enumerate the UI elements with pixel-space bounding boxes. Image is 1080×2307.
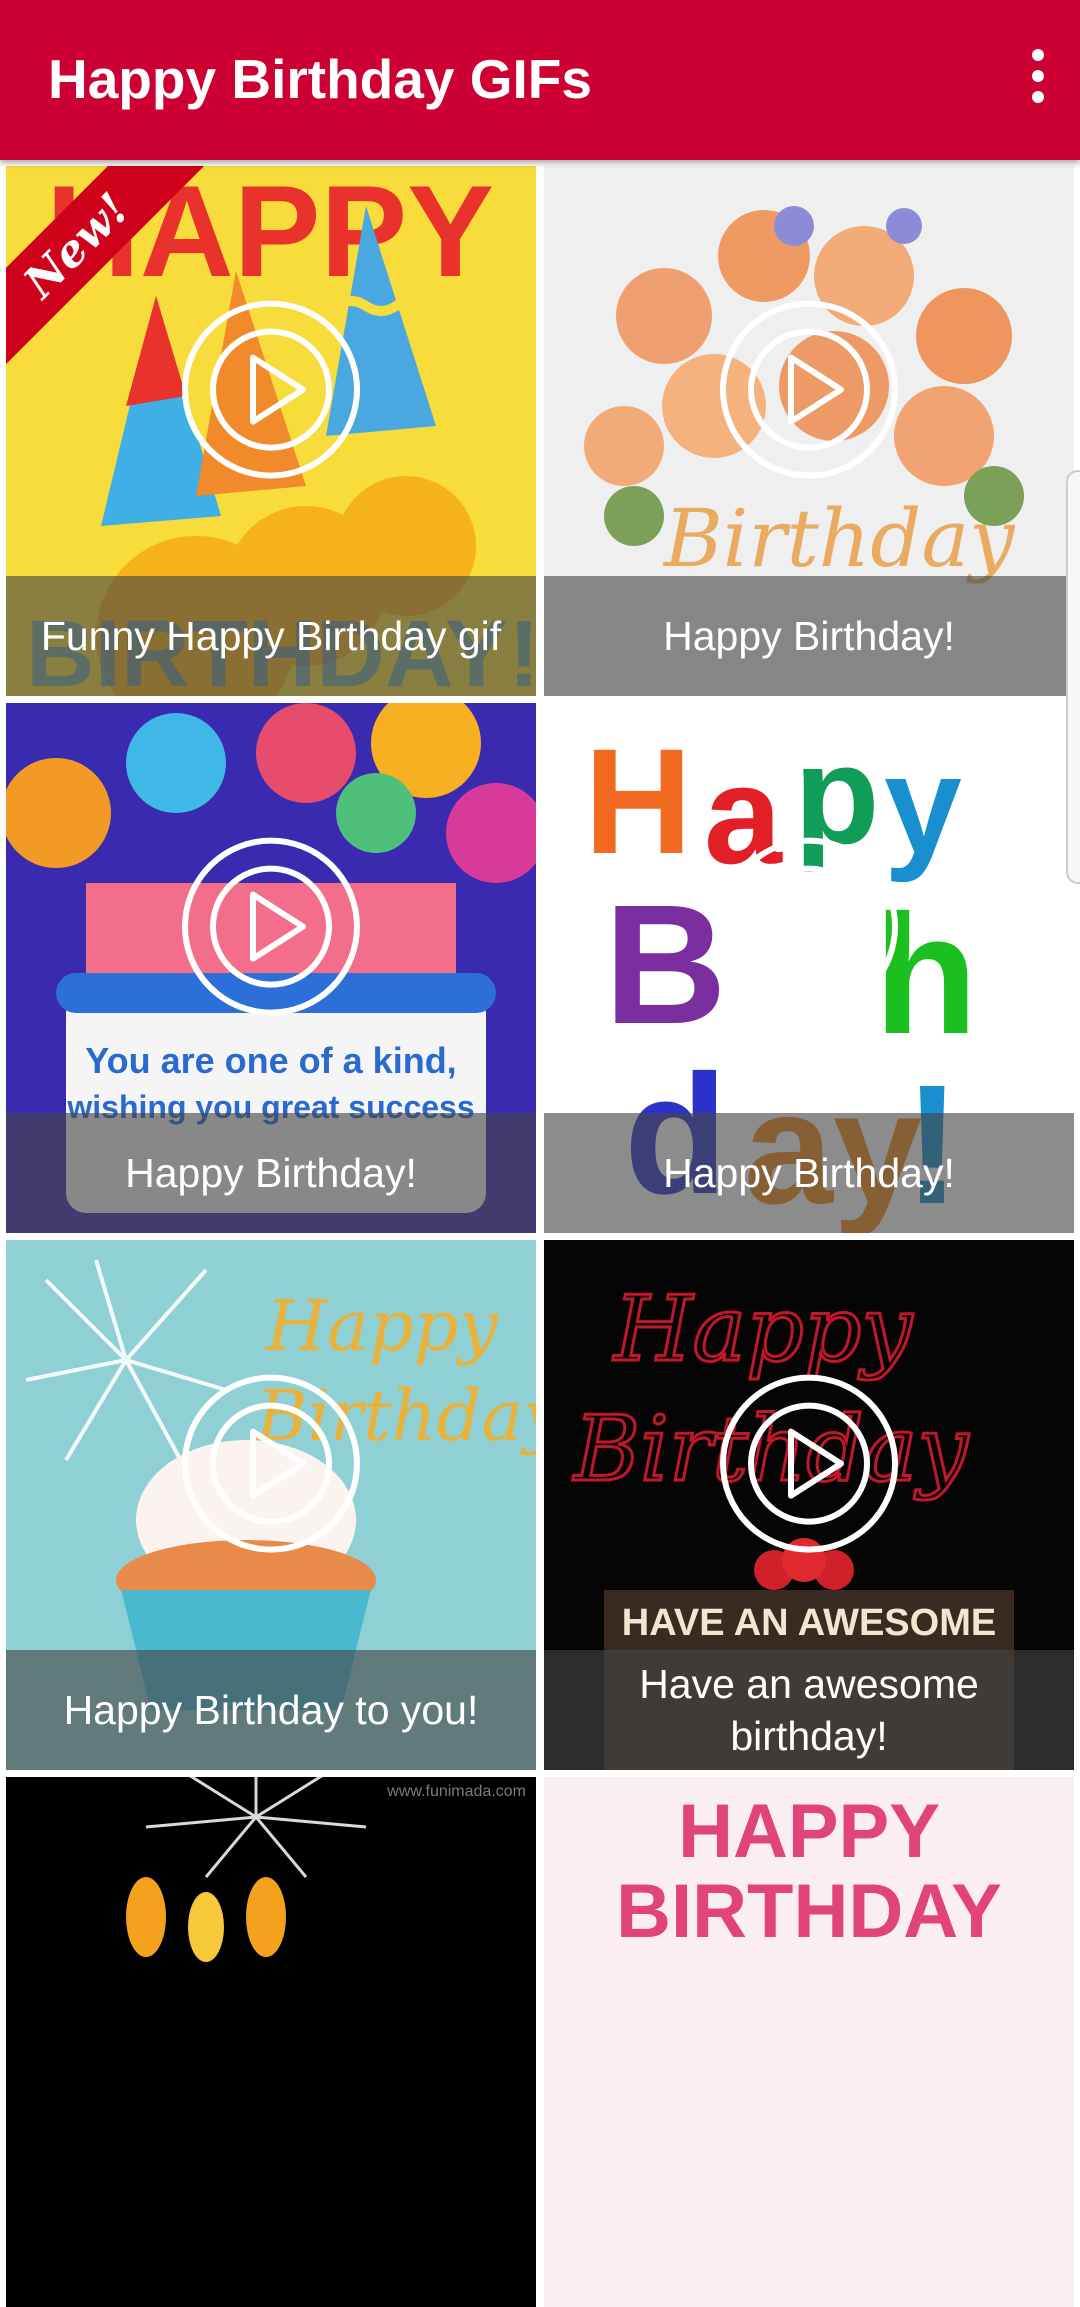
play-icon[interactable] <box>719 1374 899 1554</box>
gif-thumbnail <box>6 1777 536 2307</box>
scrollbar-thumb[interactable] <box>1066 470 1080 884</box>
play-icon[interactable] <box>181 1374 361 1554</box>
svg-text:Happy: Happy <box>264 1285 499 1367</box>
svg-text:H: H <box>584 717 692 885</box>
play-icon[interactable] <box>719 300 899 480</box>
gif-card[interactable]: Happy Birthday Happy Birthday to you! <box>6 1240 536 1770</box>
app-bar: Happy Birthday GIFs <box>0 0 1080 160</box>
gif-card[interactable]: HAPPY BIRTHDAY <box>544 1777 1074 2307</box>
gif-grid: HAPPY BIRTHDAY! New! Funny Happy Birthda… <box>0 160 1080 2307</box>
watermark: www.funimada.com <box>387 1783 526 1800</box>
gif-card[interactable]: HAPPY BIRTHDAY! New! Funny Happy Birthda… <box>6 166 536 696</box>
caption-bar: Happy Birthday! <box>544 576 1074 696</box>
play-icon[interactable] <box>181 300 361 480</box>
svg-text:B: B <box>604 870 727 1060</box>
caption-bar: Funny Happy Birthday gif <box>6 576 536 696</box>
caption-bar: Have an awesome birthday! <box>544 1650 1074 1770</box>
play-icon[interactable] <box>181 837 361 1017</box>
gif-card[interactable]: www.funimada.com <box>6 1777 536 2307</box>
svg-text:BIRTHDAY: BIRTHDAY <box>616 1869 1002 1954</box>
gif-caption: Happy Birthday! <box>663 613 955 659</box>
svg-text:Birthday: Birthday <box>662 492 1016 585</box>
new-badge: New! <box>6 166 206 366</box>
gif-caption: Happy Birthday to you! <box>63 1687 479 1733</box>
svg-text:You are one of a kind,: You are one of a kind, <box>85 1040 456 1081</box>
gif-caption: Happy Birthday! <box>125 1150 417 1196</box>
gif-card[interactable]: You are one of a kind, wishing you great… <box>6 703 536 1233</box>
gif-card[interactable]: Happy Birthday HAVE AN AWESOME Have an a… <box>544 1240 1074 1770</box>
new-badge-label: New! <box>13 183 139 309</box>
gif-thumbnail: HAPPY BIRTHDAY <box>544 1777 1074 2307</box>
app-title: Happy Birthday GIFs <box>48 48 592 110</box>
caption-bar: Happy Birthday! <box>6 1113 536 1233</box>
caption-bar: Happy Birthday to you! <box>6 1650 536 1770</box>
gif-caption: Have an awesome birthday! <box>639 1661 979 1759</box>
play-icon[interactable] <box>719 837 899 1017</box>
caption-bar: Happy Birthday! <box>544 1113 1074 1233</box>
gif-caption: Funny Happy Birthday gif <box>40 613 502 659</box>
svg-text:Happy: Happy <box>612 1277 913 1382</box>
svg-text:HAPPY: HAPPY <box>678 1789 940 1874</box>
gif-card[interactable]: Birthday Happy Birthday! <box>544 166 1074 696</box>
gif-caption: Happy Birthday! <box>663 1150 955 1196</box>
more-options-icon[interactable] <box>1010 40 1066 112</box>
gif-card[interactable]: H a p y B h d ay ! Happy Birthday! <box>544 703 1074 1233</box>
svg-text:HAVE AN AWESOME: HAVE AN AWESOME <box>622 1602 996 1644</box>
